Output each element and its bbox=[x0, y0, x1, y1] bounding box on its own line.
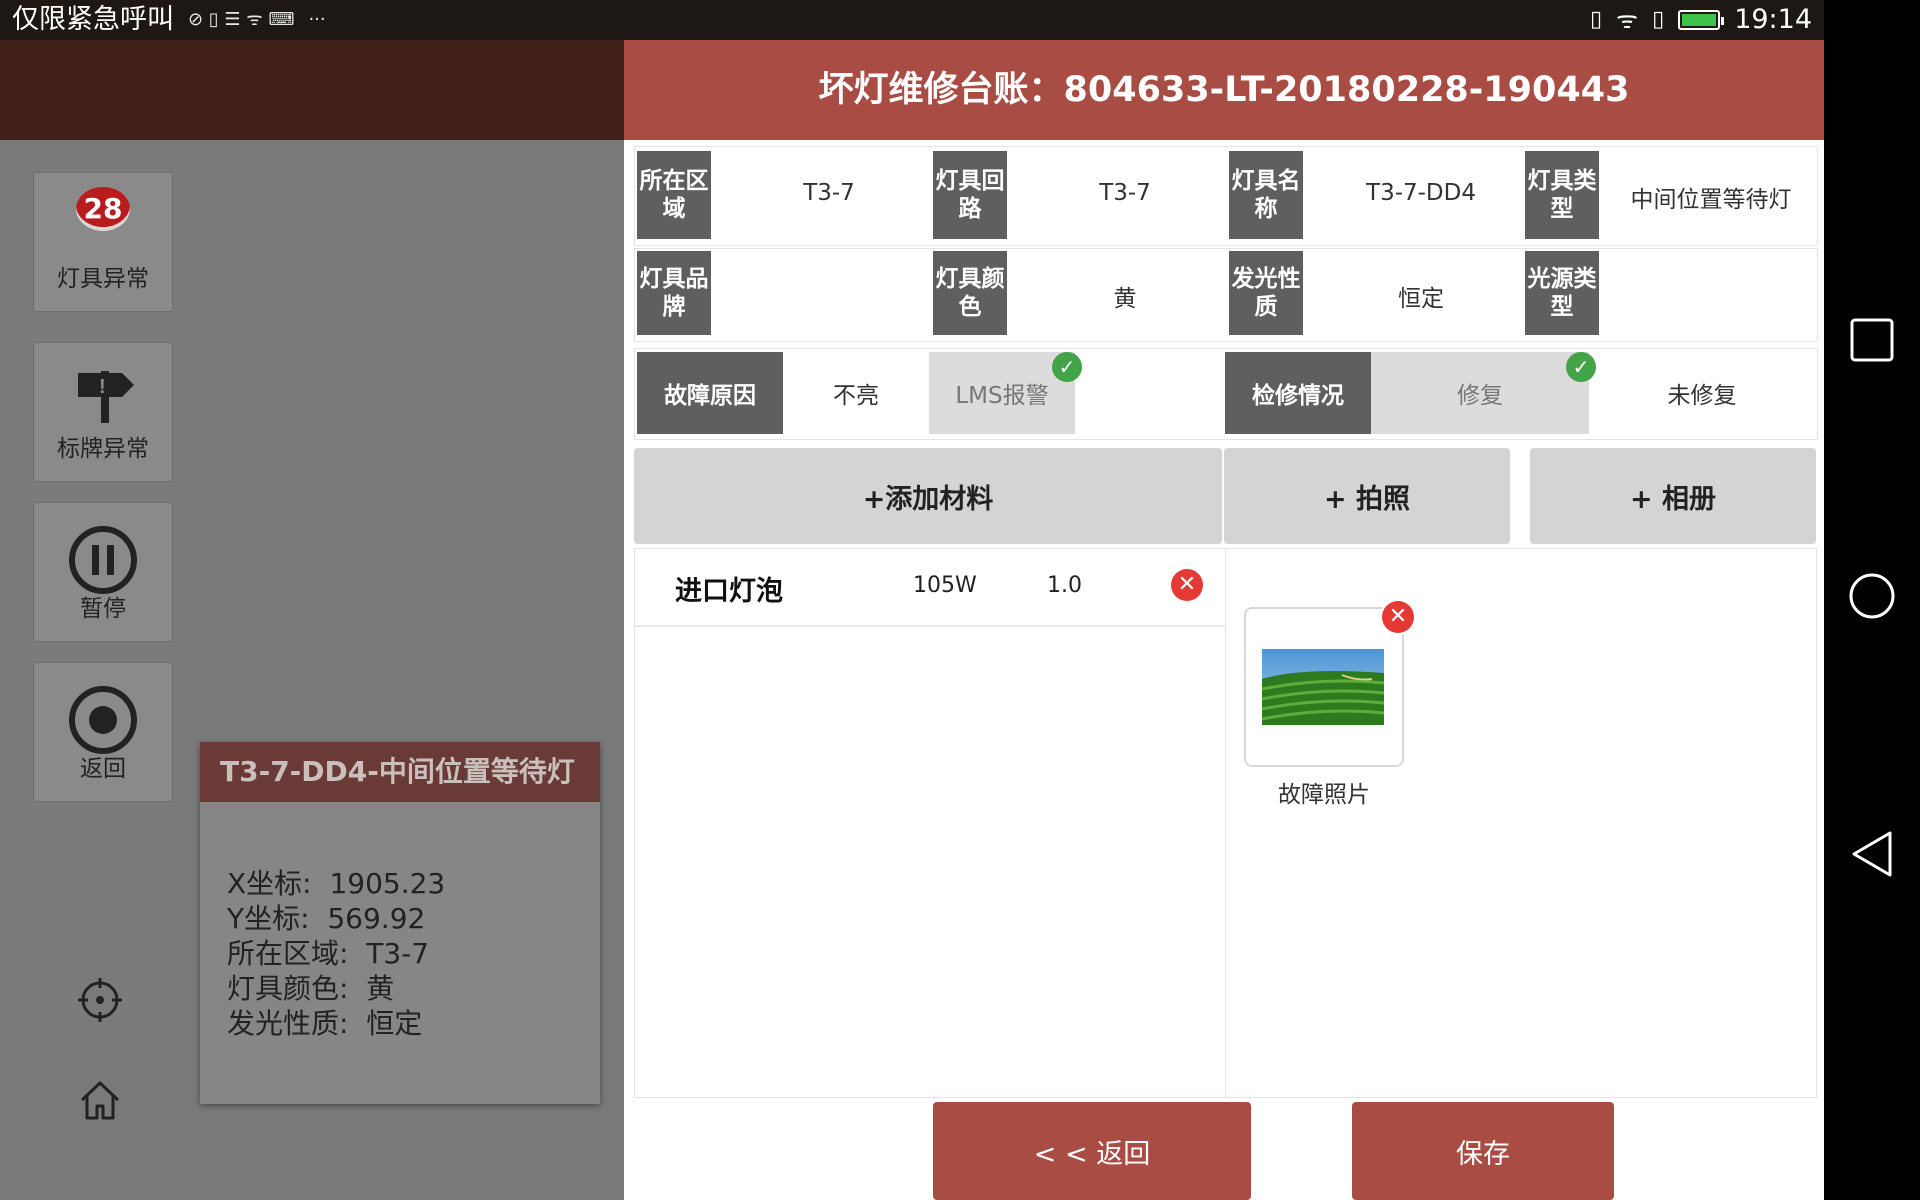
label-brand: 灯具品牌 bbox=[637, 251, 711, 335]
label-area: 所在区域 bbox=[637, 151, 711, 239]
photo-thumbnail[interactable] bbox=[1244, 607, 1404, 767]
fault-reason-label: 故障原因 bbox=[637, 352, 783, 434]
dialog-title: 坏灯维修台账：804633-LT-20180228-190443 bbox=[624, 40, 1824, 140]
label-luminous: 发光性质 bbox=[1229, 251, 1303, 335]
navigation-bar bbox=[1824, 0, 1920, 1200]
info-row-2: 灯具品牌 灯具颜色 黄 发光性质 恒定 光源类型 bbox=[634, 248, 1818, 342]
value-area: T3-7 bbox=[803, 180, 855, 206]
sidebar-item-label: 标牌异常 bbox=[57, 436, 149, 462]
info-line-x: X坐标: 1905.23 bbox=[227, 867, 446, 900]
battery-icon bbox=[1678, 10, 1725, 30]
album-button[interactable]: + 相册 bbox=[1530, 448, 1816, 544]
clock: 19:14 bbox=[1734, 4, 1812, 35]
sidebar-item-label: 暂停 bbox=[80, 596, 126, 622]
add-material-button[interactable]: +添加材料 bbox=[634, 448, 1222, 544]
sidebar-item-label: 返回 bbox=[80, 756, 126, 782]
material-name: 进口灯泡 bbox=[675, 576, 783, 607]
value-lamp-name: T3-7-DD4 bbox=[1366, 180, 1476, 206]
photo-caption: 故障照片 bbox=[1278, 782, 1370, 808]
back-button[interactable]: < < 返回 bbox=[933, 1102, 1251, 1200]
back-triangle-icon[interactable] bbox=[1848, 830, 1896, 878]
anomaly-count-badge: 28 bbox=[76, 187, 130, 231]
repair-option-fixed[interactable]: 修复 bbox=[1371, 352, 1589, 434]
info-line-luminous: 发光性质: 恒定 bbox=[227, 1007, 423, 1040]
svg-text:!: ! bbox=[99, 376, 106, 398]
pause-icon bbox=[69, 526, 137, 594]
sidebar-item-return[interactable]: 返回 bbox=[33, 662, 173, 802]
locate-icon[interactable] bbox=[78, 978, 122, 1022]
label-lamp-color: 灯具颜色 bbox=[933, 251, 1007, 335]
material-qty: 1.0 bbox=[1047, 573, 1082, 598]
value-lamp-type: 中间位置等待灯 bbox=[1630, 187, 1792, 213]
label-light-source: 光源类型 bbox=[1525, 251, 1599, 335]
label-lamp-type: 灯具类型 bbox=[1525, 151, 1599, 239]
repair-status-label: 检修情况 bbox=[1225, 352, 1371, 434]
home-circle-icon[interactable] bbox=[1848, 572, 1896, 620]
notification-icons: ⊘ ▯ ☰ ᯤ ⌨ bbox=[188, 9, 295, 30]
wifi-icon: ᯤ bbox=[1616, 6, 1639, 34]
check-icon: ✓ bbox=[1052, 352, 1082, 382]
recents-icon[interactable] bbox=[1848, 316, 1896, 364]
value-luminous: 恒定 bbox=[1398, 286, 1444, 312]
emergency-call-text: 仅限紧急呼叫 bbox=[12, 4, 174, 35]
fault-option-no-light[interactable]: 不亮 bbox=[783, 352, 929, 434]
light-info-card: T3-7-DD4-中间位置等待灯 X坐标: 1905.23 Y坐标: 569.9… bbox=[200, 742, 600, 1104]
more-notifications-icon: ··· bbox=[308, 9, 326, 30]
material-list: 进口灯泡 105W 1.0 ✕ bbox=[634, 548, 1226, 1098]
sidebar-item-sign-anomaly[interactable]: ! 标牌异常 bbox=[33, 342, 173, 482]
delete-material-icon[interactable]: ✕ bbox=[1171, 569, 1203, 601]
take-photo-button[interactable]: + 拍照 bbox=[1224, 448, 1510, 544]
sidebar-item-label: 灯具异常 bbox=[57, 266, 149, 292]
repair-option-not-fixed[interactable]: 未修复 bbox=[1589, 352, 1815, 434]
info-line-color: 灯具颜色: 黄 bbox=[227, 972, 395, 1005]
delete-photo-icon[interactable]: ✕ bbox=[1382, 601, 1414, 633]
info-line-y: Y坐标: 569.92 bbox=[227, 902, 426, 935]
status-row: 故障原因 不亮 LMS报警 ✓ 检修情况 修复 ✓ 未修复 bbox=[634, 348, 1818, 440]
save-button[interactable]: 保存 bbox=[1352, 1102, 1614, 1200]
sidebar-item-lamp-anomaly[interactable]: 28 灯具异常 bbox=[33, 172, 173, 312]
material-spec: 105W bbox=[913, 573, 977, 598]
sidebar-item-pause[interactable]: 暂停 bbox=[33, 502, 173, 642]
info-line-area: 所在区域: T3-7 bbox=[227, 937, 430, 970]
sign-icon: ! bbox=[78, 371, 134, 423]
value-lamp-color: 黄 bbox=[1113, 286, 1137, 312]
home-icon[interactable] bbox=[78, 1078, 122, 1122]
photo-list: ✕ 故障照片 bbox=[1224, 548, 1817, 1098]
sim-icon: ▯ bbox=[1652, 7, 1665, 32]
repair-ledger-dialog: 坏灯维修台账：804633-LT-20180228-190443 所在区域 T3… bbox=[624, 40, 1824, 1200]
info-row-1: 所在区域 T3-7 灯具回路 T3-7 灯具名称 T3-7-DD4 灯具类型 中… bbox=[634, 146, 1818, 246]
value-circuit: T3-7 bbox=[1099, 180, 1151, 206]
tea-field-photo bbox=[1262, 649, 1384, 725]
list-item: 进口灯泡 105W 1.0 ✕ bbox=[635, 549, 1225, 627]
label-circuit: 灯具回路 bbox=[933, 151, 1007, 239]
label-lamp-name: 灯具名称 bbox=[1229, 151, 1303, 239]
app-header bbox=[0, 40, 624, 140]
status-bar: 仅限紧急呼叫 ⊘ ▯ ☰ ᯤ ⌨ ··· ▯ ᯤ ▯ 19:14 bbox=[0, 0, 1824, 40]
stop-icon bbox=[69, 686, 137, 754]
vibrate-icon: ▯ bbox=[1590, 7, 1603, 32]
info-card-title: T3-7-DD4-中间位置等待灯 bbox=[200, 742, 600, 802]
